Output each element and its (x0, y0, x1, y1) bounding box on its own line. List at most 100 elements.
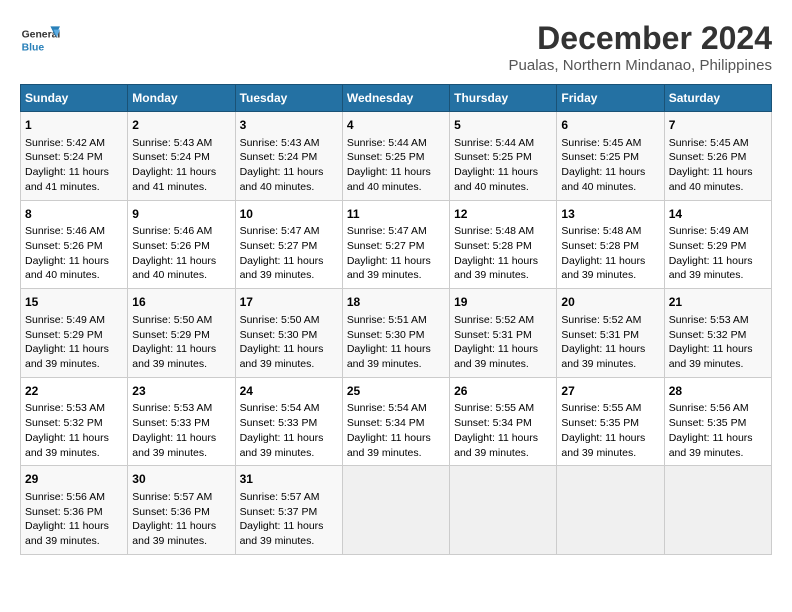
day-info: Sunrise: 5:57 AM (132, 490, 230, 505)
day-info: Daylight: 11 hours (454, 165, 552, 180)
day-info: Sunset: 5:25 PM (454, 150, 552, 165)
calendar-cell: 17Sunrise: 5:50 AMSunset: 5:30 PMDayligh… (235, 289, 342, 378)
day-info: Daylight: 11 hours (454, 431, 552, 446)
day-info: Sunset: 5:30 PM (347, 328, 445, 343)
calendar-cell: 29Sunrise: 5:56 AMSunset: 5:36 PMDayligh… (21, 466, 128, 555)
calendar-week-3: 15Sunrise: 5:49 AMSunset: 5:29 PMDayligh… (21, 289, 772, 378)
day-info: and 40 minutes. (454, 180, 552, 195)
day-info: Sunrise: 5:52 AM (454, 313, 552, 328)
day-info: and 39 minutes. (669, 446, 767, 461)
calendar-cell: 26Sunrise: 5:55 AMSunset: 5:34 PMDayligh… (450, 377, 557, 466)
day-info: and 40 minutes. (25, 268, 123, 283)
day-info: Sunset: 5:29 PM (669, 239, 767, 254)
day-info: Daylight: 11 hours (132, 431, 230, 446)
calendar-cell: 31Sunrise: 5:57 AMSunset: 5:37 PMDayligh… (235, 466, 342, 555)
calendar-cell: 16Sunrise: 5:50 AMSunset: 5:29 PMDayligh… (128, 289, 235, 378)
page-title: December 2024 (509, 20, 773, 57)
day-number: 26 (454, 383, 552, 400)
day-info: Sunrise: 5:56 AM (25, 490, 123, 505)
day-info: and 39 minutes. (347, 357, 445, 372)
day-info: Sunrise: 5:57 AM (240, 490, 338, 505)
calendar-cell: 23Sunrise: 5:53 AMSunset: 5:33 PMDayligh… (128, 377, 235, 466)
day-info: Sunset: 5:33 PM (240, 416, 338, 431)
day-info: Daylight: 11 hours (347, 342, 445, 357)
calendar-cell: 27Sunrise: 5:55 AMSunset: 5:35 PMDayligh… (557, 377, 664, 466)
day-info: Sunset: 5:32 PM (669, 328, 767, 343)
day-info: and 41 minutes. (25, 180, 123, 195)
day-number: 14 (669, 206, 767, 223)
day-info: Sunset: 5:24 PM (240, 150, 338, 165)
column-header-saturday: Saturday (664, 85, 771, 112)
day-info: and 39 minutes. (454, 446, 552, 461)
day-number: 3 (240, 117, 338, 134)
calendar-cell: 9Sunrise: 5:46 AMSunset: 5:26 PMDaylight… (128, 200, 235, 289)
day-info: Sunrise: 5:47 AM (240, 224, 338, 239)
day-info: Sunrise: 5:43 AM (132, 136, 230, 151)
day-number: 25 (347, 383, 445, 400)
calendar-cell: 15Sunrise: 5:49 AMSunset: 5:29 PMDayligh… (21, 289, 128, 378)
day-info: Daylight: 11 hours (132, 254, 230, 269)
day-info: Daylight: 11 hours (561, 165, 659, 180)
day-info: and 39 minutes. (347, 446, 445, 461)
day-number: 4 (347, 117, 445, 134)
day-info: Daylight: 11 hours (240, 431, 338, 446)
column-header-monday: Monday (128, 85, 235, 112)
title-block: December 2024 Pualas, Northern Mindanao,… (509, 20, 773, 74)
day-number: 31 (240, 471, 338, 488)
calendar-cell: 5Sunrise: 5:44 AMSunset: 5:25 PMDaylight… (450, 112, 557, 201)
day-info: Sunset: 5:27 PM (240, 239, 338, 254)
calendar-cell: 13Sunrise: 5:48 AMSunset: 5:28 PMDayligh… (557, 200, 664, 289)
calendar-cell (450, 466, 557, 555)
day-info: Sunrise: 5:45 AM (669, 136, 767, 151)
day-info: Sunset: 5:31 PM (561, 328, 659, 343)
calendar-cell: 11Sunrise: 5:47 AMSunset: 5:27 PMDayligh… (342, 200, 449, 289)
day-info: Sunrise: 5:53 AM (25, 401, 123, 416)
day-info: and 39 minutes. (561, 357, 659, 372)
day-info: Daylight: 11 hours (25, 342, 123, 357)
day-number: 16 (132, 294, 230, 311)
day-number: 15 (25, 294, 123, 311)
day-info: Sunset: 5:35 PM (561, 416, 659, 431)
day-number: 27 (561, 383, 659, 400)
day-info: and 40 minutes. (132, 268, 230, 283)
day-info: Sunset: 5:34 PM (347, 416, 445, 431)
day-info: and 39 minutes. (561, 446, 659, 461)
day-number: 19 (454, 294, 552, 311)
day-info: and 39 minutes. (454, 357, 552, 372)
day-number: 20 (561, 294, 659, 311)
day-info: Sunset: 5:32 PM (25, 416, 123, 431)
day-info: Daylight: 11 hours (347, 165, 445, 180)
column-header-friday: Friday (557, 85, 664, 112)
day-info: Sunrise: 5:55 AM (454, 401, 552, 416)
calendar-cell: 1Sunrise: 5:42 AMSunset: 5:24 PMDaylight… (21, 112, 128, 201)
day-info: Daylight: 11 hours (25, 254, 123, 269)
day-info: Daylight: 11 hours (25, 165, 123, 180)
calendar-cell: 3Sunrise: 5:43 AMSunset: 5:24 PMDaylight… (235, 112, 342, 201)
day-number: 2 (132, 117, 230, 134)
day-info: Sunset: 5:24 PM (132, 150, 230, 165)
day-info: Daylight: 11 hours (454, 254, 552, 269)
logo: General Blue (20, 20, 64, 60)
day-info: Sunrise: 5:46 AM (25, 224, 123, 239)
day-info: Sunset: 5:28 PM (454, 239, 552, 254)
day-info: Daylight: 11 hours (132, 165, 230, 180)
svg-text:Blue: Blue (22, 42, 45, 53)
day-info: Sunset: 5:25 PM (347, 150, 445, 165)
day-info: Sunset: 5:35 PM (669, 416, 767, 431)
day-info: Sunrise: 5:55 AM (561, 401, 659, 416)
day-info: Daylight: 11 hours (454, 342, 552, 357)
day-info: Sunrise: 5:43 AM (240, 136, 338, 151)
day-info: and 39 minutes. (240, 534, 338, 549)
day-number: 9 (132, 206, 230, 223)
day-info: Daylight: 11 hours (561, 431, 659, 446)
day-info: Sunrise: 5:42 AM (25, 136, 123, 151)
day-info: and 40 minutes. (240, 180, 338, 195)
calendar-cell: 4Sunrise: 5:44 AMSunset: 5:25 PMDaylight… (342, 112, 449, 201)
page-header: General Blue December 2024 Pualas, North… (20, 20, 772, 74)
calendar-cell: 10Sunrise: 5:47 AMSunset: 5:27 PMDayligh… (235, 200, 342, 289)
day-info: Sunrise: 5:46 AM (132, 224, 230, 239)
day-info: and 39 minutes. (25, 446, 123, 461)
calendar-cell (342, 466, 449, 555)
calendar-week-2: 8Sunrise: 5:46 AMSunset: 5:26 PMDaylight… (21, 200, 772, 289)
day-info: and 39 minutes. (25, 357, 123, 372)
